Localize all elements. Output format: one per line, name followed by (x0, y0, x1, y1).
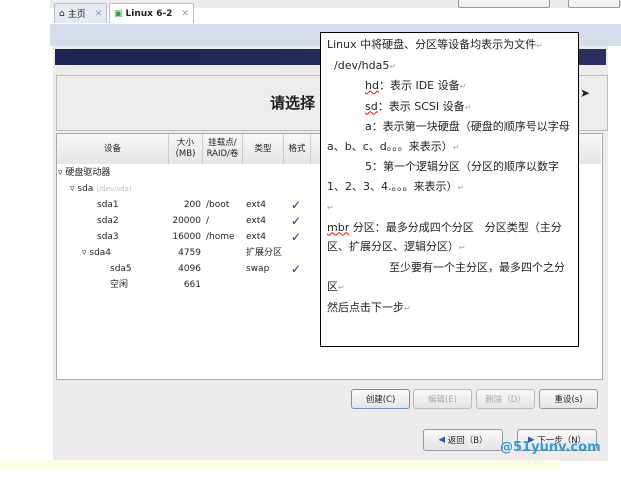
tab-linux[interactable]: ▣ Linux 6-2 ✕ (109, 3, 194, 23)
check-icon: ✓ (291, 214, 302, 228)
cell-type: ext4 (246, 216, 266, 226)
cell-type: swap (246, 264, 270, 274)
check-icon: ✓ (291, 262, 302, 276)
reset-button[interactable]: 重设(s) (539, 389, 598, 409)
cell-type: ext4 (246, 200, 266, 210)
cell-device: 空闲 (110, 280, 129, 290)
delete-button[interactable]: 删除（D） (476, 389, 535, 409)
annotation-textbox: Linux 中将硬盘、分区等设备均表示为文件↵ /dev/hda5↵ hd：表示… (320, 32, 579, 347)
cell-mount: /boot (206, 200, 230, 210)
col-format[interactable]: 格式 (284, 134, 311, 164)
close-icon[interactable]: ✕ (95, 9, 103, 19)
cell-type: ext4 (246, 232, 266, 242)
col-mount[interactable]: 挂载点/ RAID/卷 (203, 134, 243, 164)
next-top-button[interactable] (568, 0, 620, 8)
check-icon: ✓ (291, 230, 302, 244)
back-button[interactable]: ◀ 返回（B） (423, 429, 503, 451)
arrow-left-icon: ◀ (438, 435, 445, 445)
cell-size: 661 (183, 280, 201, 290)
vm-icon: ▣ (114, 8, 123, 19)
page-title: 请选择 (270, 94, 316, 112)
cell-mount: /home (206, 232, 235, 242)
home-icon: ⌂ (59, 8, 65, 19)
cell-size: 200 (183, 200, 201, 210)
edit-button[interactable]: 编辑(E) (413, 389, 472, 409)
cell-device: ▿ sda4 (82, 248, 112, 258)
cell-device: sda5 (110, 264, 132, 274)
col-device[interactable]: 设备 (57, 134, 169, 164)
cell-device: sda1 (97, 200, 119, 210)
check-icon: ✓ (291, 198, 302, 212)
mouse-cursor-icon: ➤ (580, 86, 591, 100)
cell-mount: / (206, 216, 210, 226)
cell-type: 扩展分区 (246, 248, 283, 258)
cell-device: sda3 (97, 232, 119, 242)
cell-size: 20000 (172, 216, 201, 226)
close-icon[interactable]: ✕ (181, 9, 189, 19)
prev-top-button[interactable] (458, 0, 550, 8)
col-size[interactable]: 大小 (MB) (169, 134, 203, 164)
cell-size: 4096 (178, 264, 201, 274)
status-strip (0, 460, 560, 469)
col-type[interactable]: 类型 (243, 134, 284, 164)
tab-home[interactable]: ⌂ 主页 ✕ (54, 3, 108, 23)
tree-group[interactable]: ▿ 硬盘驱动器 (58, 166, 110, 181)
create-button[interactable]: 创建(C) (351, 389, 410, 409)
tree-disk[interactable]: ▿ sda (/dev/sda) (70, 182, 132, 197)
cell-device: sda2 (97, 216, 119, 226)
cell-size: 16000 (172, 232, 201, 242)
watermark-logo: @51yunv.com (500, 440, 601, 455)
cell-size: 4759 (178, 248, 201, 258)
